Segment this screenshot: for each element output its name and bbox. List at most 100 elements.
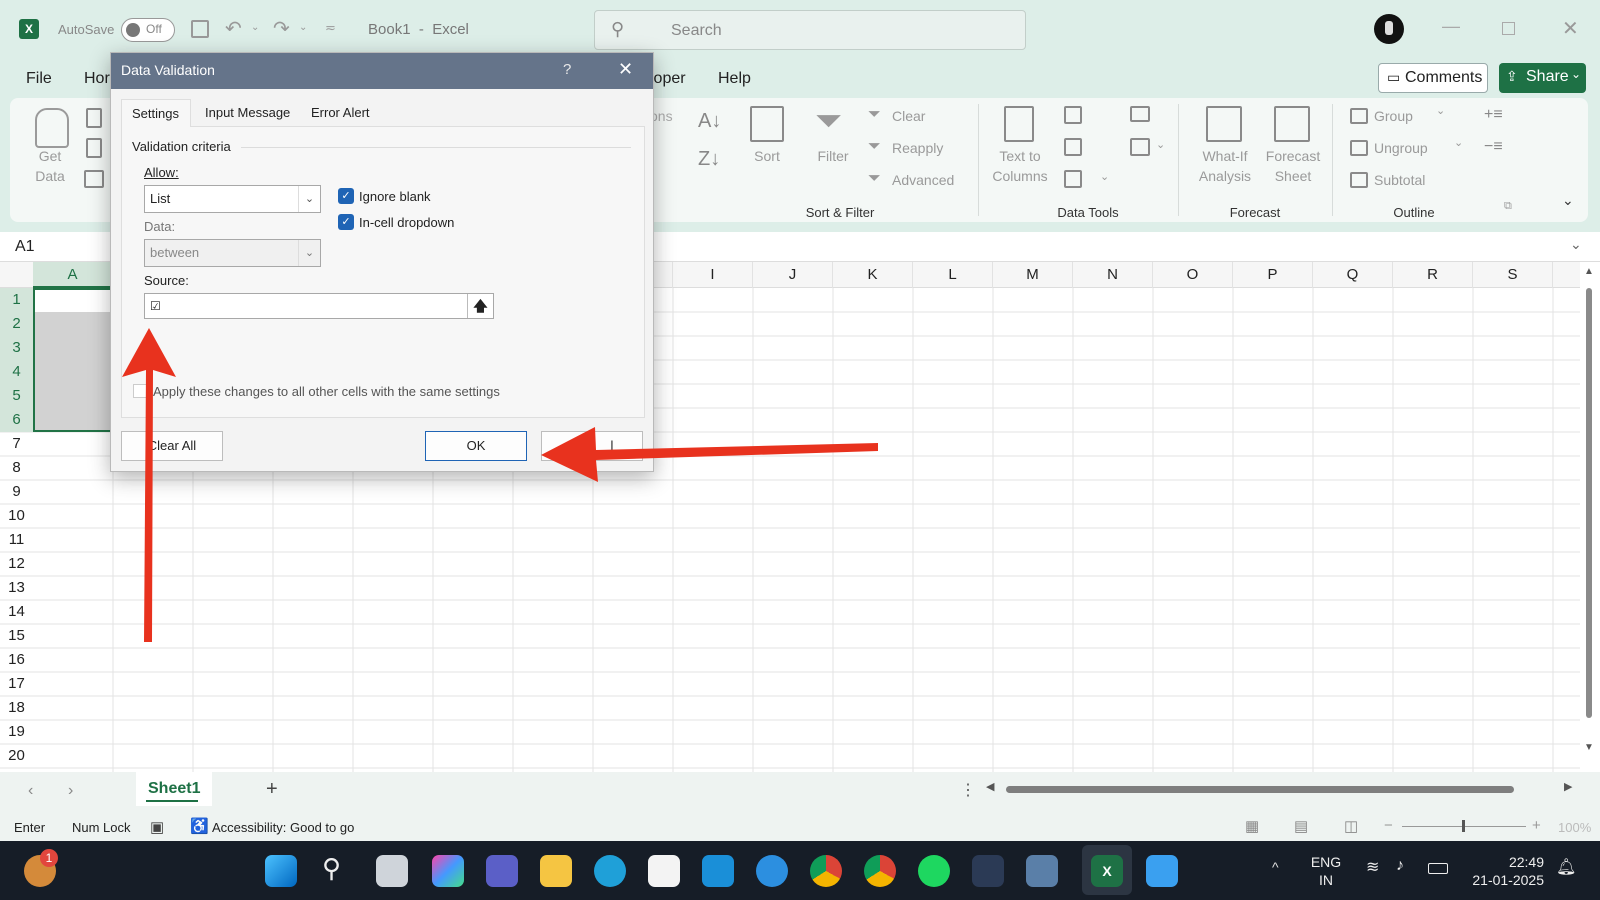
- share-button[interactable]: ⇪ Share ⌄: [1499, 63, 1586, 93]
- apply-all-label[interactable]: Apply these changes to all other cells w…: [153, 384, 500, 399]
- row-header[interactable]: 13: [0, 576, 33, 600]
- ok-button[interactable]: OK: [425, 431, 527, 461]
- undo-icon[interactable]: ↶: [225, 16, 242, 41]
- range-picker-icon[interactable]: 🡅: [467, 294, 493, 318]
- store-icon[interactable]: [648, 855, 680, 887]
- get-data-button[interactable]: Get Data: [20, 146, 80, 186]
- collapse-ribbon-icon[interactable]: ⌄: [1562, 192, 1574, 209]
- row-header[interactable]: 18: [0, 696, 33, 720]
- save-icon[interactable]: [191, 20, 209, 38]
- menu-file[interactable]: File: [26, 70, 52, 88]
- zoom-out-icon[interactable]: −: [1384, 817, 1393, 834]
- column-header[interactable]: L: [913, 262, 993, 288]
- scroll-up-icon[interactable]: ▲: [1584, 266, 1594, 277]
- scroll-down-icon[interactable]: ▼: [1584, 742, 1594, 753]
- undo-dropdown-icon[interactable]: ⌄: [251, 22, 259, 33]
- subtotal-button[interactable]: Subtotal: [1374, 170, 1425, 190]
- row-header[interactable]: 6: [0, 408, 33, 432]
- page-break-icon[interactable]: ◫: [1344, 817, 1358, 835]
- what-if-icon[interactable]: [1206, 106, 1242, 142]
- horizontal-scrollbar[interactable]: ◀ ▶: [986, 781, 1574, 796]
- restore-icon[interactable]: [1502, 22, 1515, 35]
- row-header[interactable]: 17: [0, 672, 33, 696]
- horizontal-scroll-thumb[interactable]: [1006, 786, 1514, 793]
- row-header[interactable]: 20: [0, 744, 33, 768]
- group-button[interactable]: Group: [1374, 106, 1413, 126]
- forecast-sheet-button[interactable]: Forecast Sheet: [1262, 146, 1324, 186]
- column-header[interactable]: J: [753, 262, 833, 288]
- start-icon[interactable]: [265, 855, 297, 887]
- edge-icon[interactable]: [594, 855, 626, 887]
- remove-duplicates-icon[interactable]: [1064, 138, 1082, 156]
- zoom-level[interactable]: 100%: [1558, 820, 1591, 835]
- row-header[interactable]: 9: [0, 480, 33, 504]
- advanced-filter-icon[interactable]: ⏷: [868, 170, 881, 188]
- volume-icon[interactable]: ♪: [1396, 857, 1404, 875]
- excel-taskbar-icon[interactable]: X: [1091, 855, 1123, 887]
- clock[interactable]: 22:49 21-01-2025: [1464, 853, 1544, 889]
- reapply-button[interactable]: Reapply: [892, 138, 943, 158]
- column-header[interactable]: Q: [1313, 262, 1393, 288]
- teams-icon[interactable]: [486, 855, 518, 887]
- row-header[interactable]: 12: [0, 552, 33, 576]
- row-header[interactable]: 2: [0, 312, 33, 336]
- ignore-blank-label[interactable]: Ignore blank: [359, 189, 431, 204]
- dialog-titlebar[interactable]: Data Validation ? ✕: [111, 53, 653, 89]
- column-header[interactable]: K: [833, 262, 913, 288]
- column-header[interactable]: S: [1473, 262, 1553, 288]
- sort-ascending-icon[interactable]: A↓: [698, 110, 721, 133]
- chrome-icon[interactable]: [810, 855, 842, 887]
- spotify-icon[interactable]: [918, 855, 950, 887]
- tab-error-alert[interactable]: Error Alert: [311, 99, 370, 127]
- notifications-bell-icon[interactable]: 🔔︎: [1556, 857, 1576, 877]
- redo-dropdown-icon[interactable]: ⌄: [299, 22, 307, 33]
- subtotal-icon[interactable]: [1350, 172, 1368, 188]
- data-select[interactable]: between ⌄: [144, 239, 321, 267]
- incell-dropdown-checkbox[interactable]: ✓: [338, 214, 354, 230]
- battery-icon[interactable]: [1428, 863, 1448, 874]
- allow-select[interactable]: List ⌄: [144, 185, 321, 213]
- add-sheet-icon[interactable]: +: [266, 778, 278, 801]
- tab-settings[interactable]: Settings: [121, 99, 191, 127]
- wifi-icon[interactable]: ≋: [1366, 857, 1379, 877]
- help-app-icon[interactable]: [756, 855, 788, 887]
- group-dropdown-icon[interactable]: ⌄: [1436, 104, 1445, 117]
- vertical-scroll-thumb[interactable]: [1586, 288, 1592, 718]
- data-validation-dropdown-icon[interactable]: ⌄: [1100, 170, 1109, 183]
- dialog-help-button[interactable]: ?: [563, 61, 571, 78]
- sheet-tab-sheet1[interactable]: Sheet1: [136, 772, 212, 806]
- prev-sheet-icon[interactable]: ‹: [28, 782, 33, 800]
- manage-data-model-icon[interactable]: [1130, 138, 1150, 156]
- row-header[interactable]: 19: [0, 720, 33, 744]
- ungroup-button[interactable]: Ungroup: [1374, 138, 1428, 158]
- data-validation-icon[interactable]: [1064, 170, 1082, 188]
- ungroup-icon[interactable]: [1350, 140, 1368, 156]
- column-header[interactable]: I: [673, 262, 753, 288]
- user-avatar[interactable]: [1374, 14, 1404, 44]
- show-detail-icon[interactable]: +≡: [1484, 106, 1503, 124]
- next-sheet-icon[interactable]: ›: [68, 782, 73, 800]
- row-header[interactable]: 16: [0, 648, 33, 672]
- reapply-icon[interactable]: ⏷: [868, 138, 881, 156]
- clear-filter-icon[interactable]: ⏷: [868, 106, 881, 124]
- cancel-button[interactable]: l: [541, 431, 643, 461]
- ungroup-dropdown-icon[interactable]: ⌄: [1454, 136, 1463, 149]
- menu-home[interactable]: Hor: [84, 70, 110, 88]
- row-header[interactable]: 7: [0, 432, 33, 456]
- column-header[interactable]: N: [1073, 262, 1153, 288]
- apply-all-checkbox[interactable]: [133, 384, 147, 398]
- row-header[interactable]: 5: [0, 384, 33, 408]
- customize-toolbar-icon[interactable]: ≂: [325, 20, 336, 36]
- sort-button[interactable]: Sort: [745, 146, 789, 166]
- show-hidden-icons[interactable]: ^: [1272, 859, 1279, 875]
- macro-record-icon[interactable]: ▣: [150, 818, 164, 836]
- row-header[interactable]: 11: [0, 528, 33, 552]
- incell-dropdown-label[interactable]: In-cell dropdown: [359, 215, 454, 230]
- from-table-icon[interactable]: [84, 170, 104, 188]
- language-indicator[interactable]: ENG IN: [1304, 853, 1348, 889]
- from-web-icon[interactable]: [86, 138, 102, 158]
- ignore-blank-checkbox[interactable]: ✓: [338, 188, 354, 204]
- expand-formula-bar-icon[interactable]: ⌄: [1570, 236, 1582, 253]
- vertical-scrollbar[interactable]: ▲ ▼: [1582, 266, 1596, 766]
- column-header[interactable]: P: [1233, 262, 1313, 288]
